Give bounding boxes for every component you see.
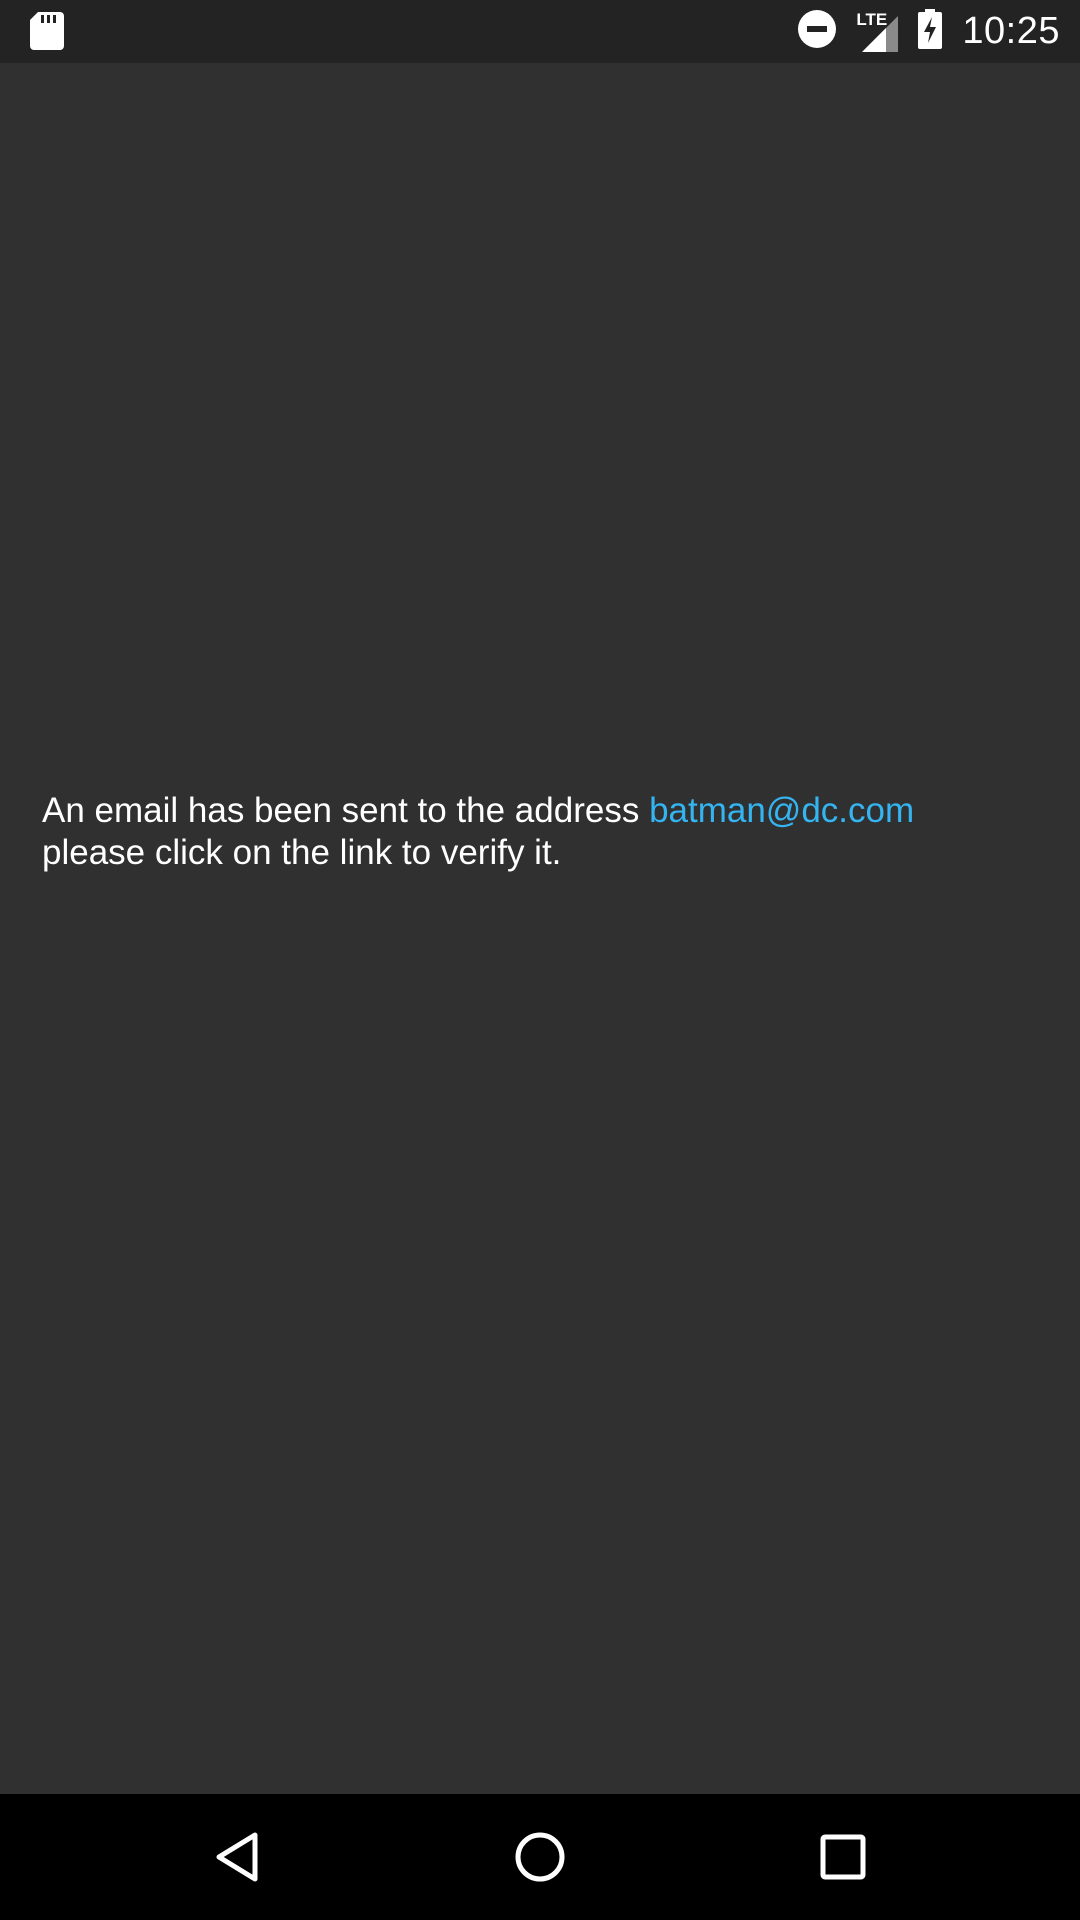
verification-screen <box>0 63 1080 1794</box>
battery-charging-icon <box>918 9 943 54</box>
recents-square-icon <box>820 1834 866 1880</box>
back-triangle-icon <box>216 1832 258 1882</box>
screen: LTE 10:25 An email has been sent to the … <box>0 0 1080 1920</box>
home-circle-icon <box>515 1832 565 1882</box>
sd-card-icon <box>30 12 64 50</box>
do-not-disturb-icon <box>798 10 837 53</box>
email-address: batman@dc.com <box>649 791 915 830</box>
navigation-bar <box>0 1794 1080 1920</box>
recents-button[interactable] <box>808 1822 878 1892</box>
message-text-before: An email has been sent to the address <box>42 791 650 830</box>
signal-icon: LTE <box>856 9 899 52</box>
home-button[interactable] <box>505 1822 575 1892</box>
network-type-label: LTE <box>856 9 888 29</box>
verification-message: An email has been sent to the address ba… <box>42 790 1042 874</box>
status-bar: LTE 10:25 <box>0 0 1080 63</box>
status-icons: LTE 10:25 <box>798 0 1060 63</box>
status-time: 10:25 <box>962 10 1060 52</box>
back-button[interactable] <box>202 1822 272 1892</box>
message-text-after: please click on the link to verify it. <box>42 833 562 872</box>
